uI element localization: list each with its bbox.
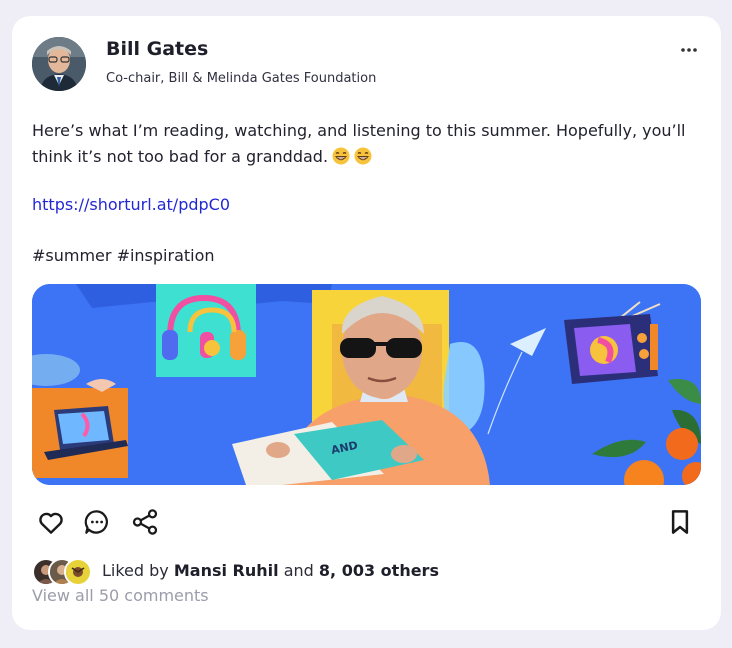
post-actions — [32, 507, 701, 537]
post-card: Bill Gates Co-chair, Bill & Melinda Gate… — [12, 16, 721, 630]
post-link[interactable]: https://shorturl.at/pdpC0 — [32, 195, 230, 214]
comment-bubble-icon[interactable] — [82, 507, 112, 537]
likes-summary: Liked by Mansi Ruhil and 8, 003 others — [32, 557, 701, 586]
bookmark-icon[interactable] — [665, 507, 695, 537]
post-hashtags[interactable]: #summer #inspiration — [32, 246, 215, 265]
likes-text: Liked by Mansi Ruhil and 8, 003 others — [102, 561, 439, 580]
likes-prefix: Liked by — [102, 561, 169, 580]
view-comments-link[interactable]: View all 50 comments — [32, 586, 209, 605]
more-horizontal-icon[interactable] — [676, 42, 702, 56]
likes-connector: and — [283, 561, 314, 580]
author-name[interactable]: Bill Gates — [106, 38, 208, 60]
author-avatar[interactable] — [32, 37, 86, 91]
likes-count[interactable]: 8, 003 others — [319, 561, 439, 580]
grinning-face-icon — [354, 147, 372, 173]
post-text: Here’s what I’m reading, watching, and l… — [32, 118, 692, 173]
share-icon[interactable] — [130, 507, 160, 537]
liker-name[interactable]: Mansi Ruhil — [174, 561, 279, 580]
liker-avatar[interactable] — [64, 558, 92, 586]
author-title: Co-chair, Bill & Melinda Gates Foundatio… — [106, 71, 377, 86]
summer-collage-image[interactable]: AND — [32, 284, 701, 485]
grinning-face-icon — [332, 147, 350, 173]
heart-icon[interactable] — [36, 507, 66, 537]
